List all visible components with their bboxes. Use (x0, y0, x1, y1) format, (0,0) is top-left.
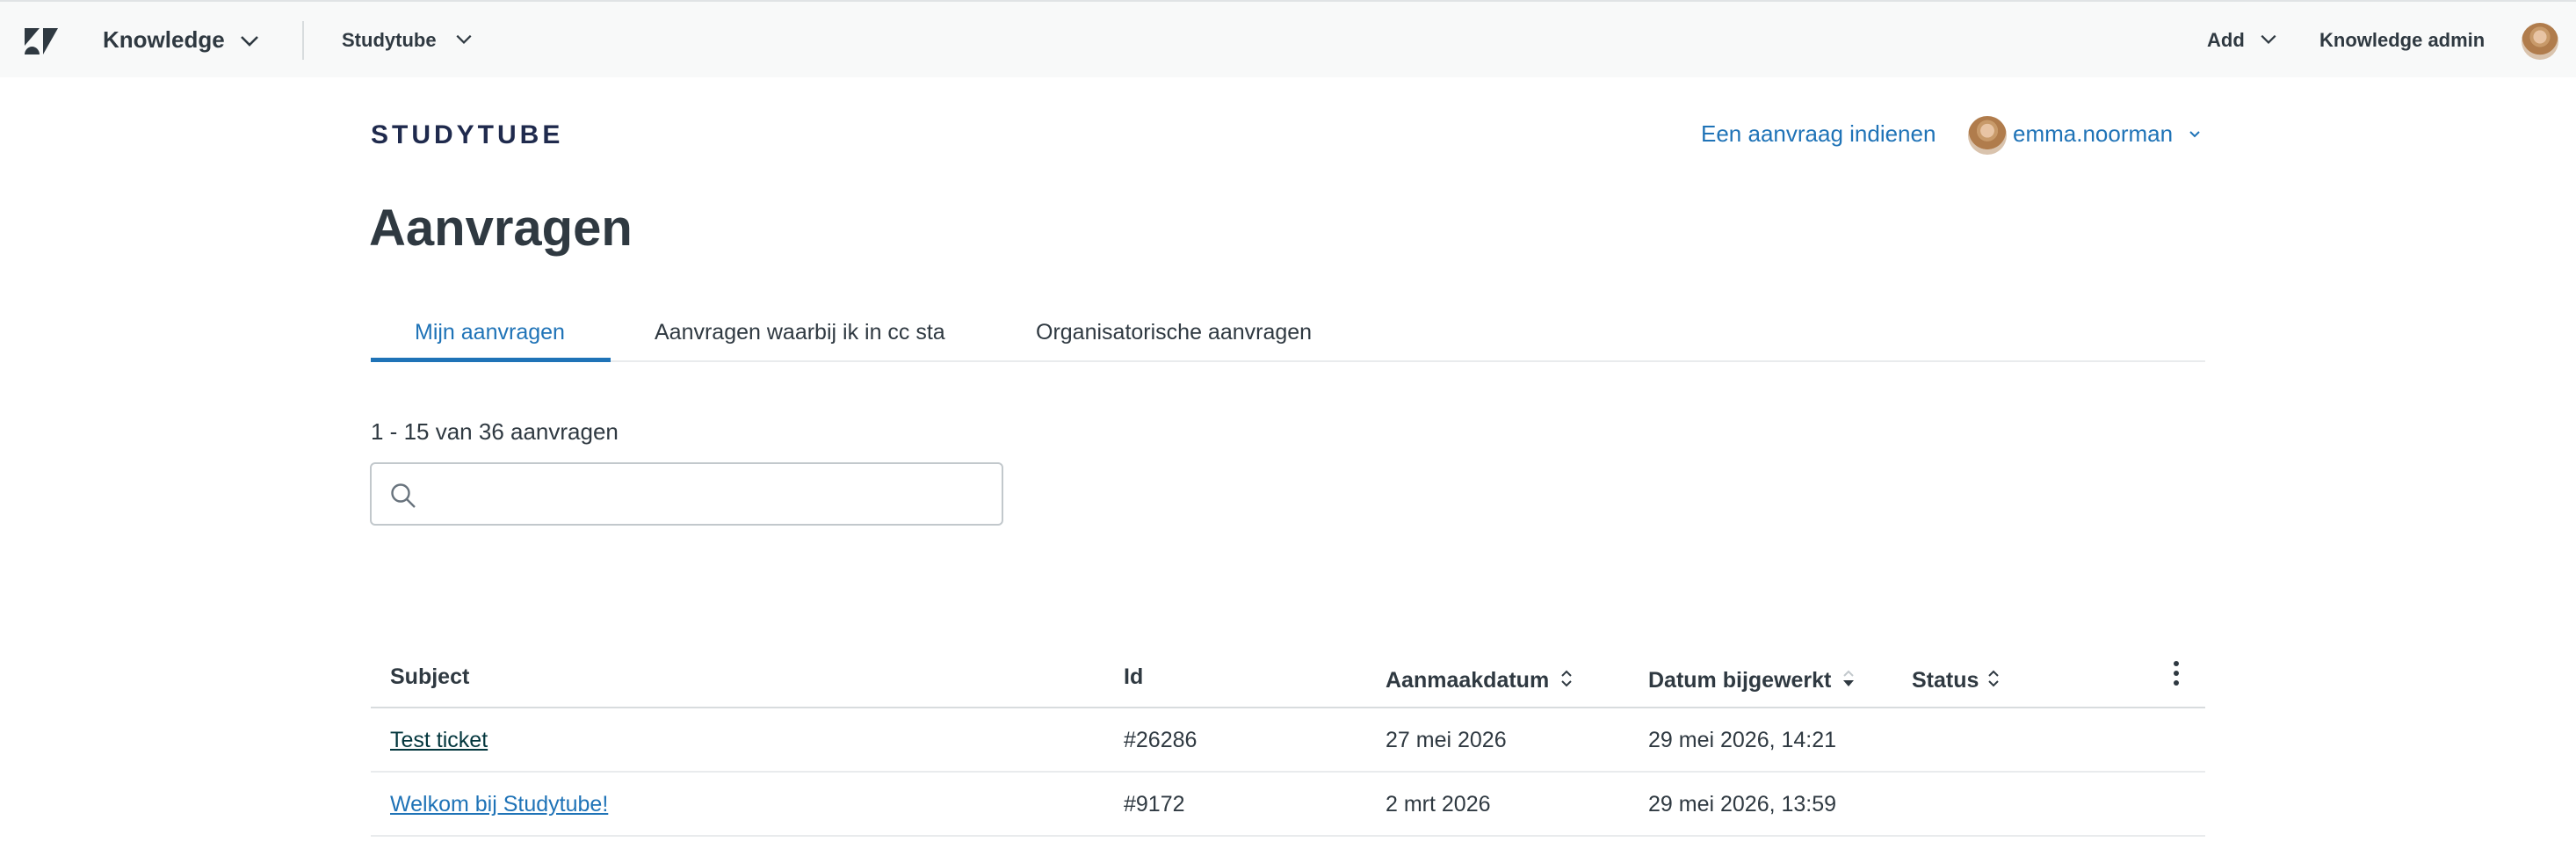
request-count: 1 - 15 van 36 aanvragen (371, 418, 619, 445)
request-subject-link[interactable]: Test ticket (390, 728, 488, 753)
tab-cc-requests[interactable]: Aanvragen waarbij ik in cc sta (655, 320, 945, 345)
request-updated-date: 29 mei 2026, 13:59 (1648, 792, 1837, 817)
search-input[interactable] (430, 473, 983, 515)
search-box[interactable] (370, 462, 1003, 526)
request-id: #26286 (1124, 728, 1198, 752)
active-tab-indicator (371, 358, 611, 362)
sort-icon[interactable] (1986, 668, 2001, 689)
tab-organization-requests[interactable]: Organisatorische aanvragen (1036, 320, 1312, 345)
chevron-down-icon[interactable] (237, 29, 262, 54)
chevron-down-icon[interactable] (453, 29, 474, 50)
tab-my-requests[interactable]: Mijn aanvragen (415, 320, 565, 345)
svg-text:STUDYTUBE: STUDYTUBE (371, 120, 562, 148)
column-created[interactable]: Aanmaakdatum (1386, 668, 1549, 693)
request-updated-date: 29 mei 2026, 14:21 (1648, 728, 1837, 752)
user-avatar[interactable] (1968, 116, 2007, 155)
zendesk-logo-icon[interactable] (25, 28, 58, 54)
chevron-down-icon[interactable] (2188, 130, 2202, 139)
table-header: Subject Id Aanmaakdatum Datum bijgewerkt… (371, 647, 2205, 708)
studytube-logo[interactable]: STUDYTUBE (371, 120, 562, 148)
admin-topbar: Knowledge Studytube Add Knowledge admin (0, 0, 2576, 77)
product-switcher-label[interactable]: Knowledge (103, 26, 225, 54)
page-title: Aanvragen (369, 200, 633, 257)
table-row: Welkom bij Studytube! #9172 2 mrt 2026 2… (371, 773, 2205, 837)
request-created-date: 27 mei 2026 (1386, 728, 1507, 752)
sort-icon[interactable] (1559, 668, 1574, 689)
column-subject: Subject (390, 664, 470, 689)
column-options-icon[interactable] (2172, 659, 2181, 687)
column-status[interactable]: Status (1912, 668, 1979, 693)
topbar-divider (302, 21, 304, 60)
knowledge-admin-link[interactable]: Knowledge admin (2319, 29, 2485, 52)
brand-switcher-label[interactable]: Studytube (342, 29, 437, 52)
user-menu-button[interactable]: emma.noorman (2013, 120, 2173, 148)
chevron-down-icon[interactable] (2258, 29, 2279, 50)
add-menu-button[interactable]: Add (2207, 29, 2245, 52)
table-row: Test ticket #26286 27 mei 2026 29 mei 20… (371, 708, 2205, 773)
submit-request-link[interactable]: Een aanvraag indienen (1701, 120, 1936, 148)
column-updated[interactable]: Datum bijgewerkt (1648, 668, 1831, 693)
admin-avatar[interactable] (2522, 23, 2558, 60)
request-created-date: 2 mrt 2026 (1386, 792, 1491, 817)
request-tabs: Mijn aanvragen Aanvragen waarbij ik in c… (371, 308, 2205, 362)
request-id: #9172 (1124, 792, 1185, 817)
requests-table: Subject Id Aanmaakdatum Datum bijgewerkt… (371, 647, 2205, 837)
search-icon (391, 483, 416, 508)
request-subject-link[interactable]: Welkom bij Studytube! (390, 792, 608, 817)
sort-descending-icon[interactable] (1841, 668, 1856, 689)
column-id: Id (1124, 664, 1144, 689)
